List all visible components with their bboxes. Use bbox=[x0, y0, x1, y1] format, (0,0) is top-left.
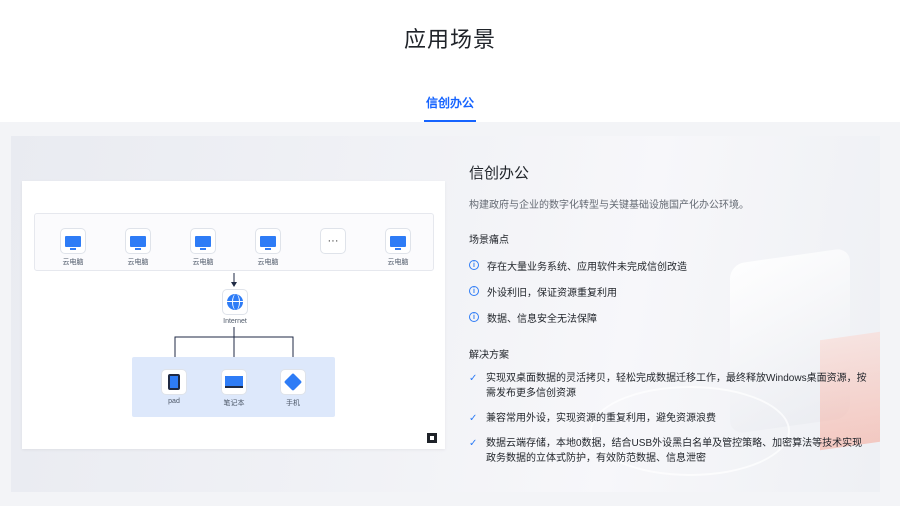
pain-point-item: i 外设利旧，保证资源重复利用 bbox=[469, 284, 869, 299]
monitor-cloud-icon bbox=[65, 235, 81, 250]
cloud-pc-node: 云电脑 bbox=[53, 228, 93, 267]
solutions-heading: 解决方案 bbox=[469, 350, 509, 361]
cloud-pc-node: 云电脑 bbox=[183, 228, 223, 267]
device-node: 笔记本 bbox=[214, 369, 254, 408]
phone-icon bbox=[283, 372, 303, 392]
solution-item: ✓ 数据云端存储，本地0数据，结合USB外设黑白名单及管控策略、加密算法等技术实… bbox=[469, 436, 869, 466]
pain-point-item: i 数据、信息安全无法保障 bbox=[469, 310, 869, 325]
node-label: 云电脑 bbox=[62, 259, 84, 266]
check-icon: ✓ bbox=[469, 373, 478, 384]
globe-icon bbox=[227, 294, 243, 310]
node-label: 云电脑 bbox=[192, 259, 214, 266]
info-icon: i bbox=[469, 286, 479, 296]
monitor-cloud-icon bbox=[130, 235, 146, 250]
cloud-pc-node: 云电脑 bbox=[378, 228, 418, 267]
scenario-details: 信创办公 构建政府与企业的数字化转型与关键基础设施国产化办公环境。 场景痛点 i… bbox=[469, 162, 869, 466]
scenario-description: 构建政府与企业的数字化转型与关键基础设施国产化办公环境。 bbox=[469, 200, 749, 211]
tab-xinchuang-office[interactable]: 信创办公 bbox=[423, 94, 476, 122]
monitor-cloud-icon bbox=[390, 235, 406, 250]
node-label: Internet bbox=[223, 318, 247, 325]
laptop-icon bbox=[225, 376, 243, 388]
monitor-cloud-icon bbox=[195, 235, 211, 250]
check-icon: ✓ bbox=[469, 413, 478, 424]
node-label: 云电脑 bbox=[387, 259, 409, 266]
device-node: pad bbox=[154, 369, 194, 405]
node-label: 云电脑 bbox=[127, 259, 149, 266]
terminal-device-group: pad 笔记本 手机 bbox=[132, 357, 335, 417]
tablet-icon bbox=[168, 374, 180, 390]
pain-points-heading: 场景痛点 bbox=[469, 235, 509, 246]
solution-item: ✓ 兼容常用外设，实现资源的重复利用，避免资源浪费 bbox=[469, 411, 869, 426]
node-label: 云电脑 bbox=[257, 259, 279, 266]
cloud-pc-node: 云电脑 bbox=[118, 228, 158, 267]
architecture-diagram: 云电脑 云电脑 云电脑 云电脑 ··· 云电脑 Internet pad 笔记本… bbox=[22, 181, 445, 449]
check-icon: ✓ bbox=[469, 438, 478, 449]
section-title: 应用场景 bbox=[403, 27, 496, 52]
page: 应用场景 信创办公 云电脑 云电脑 云电脑 云电脑 ··· 云电脑 Intern… bbox=[0, 0, 900, 506]
pain-point-text: 数据、信息安全无法保障 bbox=[487, 313, 597, 325]
scenario-title: 信创办公 bbox=[469, 165, 530, 182]
scenario-tabs: 信创办公 bbox=[0, 94, 900, 122]
solution-text: 实现双桌面数据的灵活拷贝，轻松完成数据迁移工作，最终释放Windows桌面资源，… bbox=[486, 373, 867, 399]
more-node: ··· bbox=[313, 228, 353, 257]
cloud-pc-node: 云电脑 bbox=[248, 228, 288, 267]
pain-point-item: i 存在大量业务系统、应用软件未完成信创改造 bbox=[469, 258, 869, 273]
info-icon: i bbox=[469, 260, 479, 270]
pain-point-text: 存在大量业务系统、应用软件未完成信创改造 bbox=[487, 261, 687, 273]
node-label: 手机 bbox=[286, 400, 300, 407]
node-label: 笔记本 bbox=[223, 400, 245, 407]
monitor-cloud-icon bbox=[260, 235, 276, 250]
solution-text: 数据云端存储，本地0数据，结合USB外设黑白名单及管控策略、加密算法等技术实现政… bbox=[486, 438, 863, 464]
pain-point-text: 外设利旧，保证资源重复利用 bbox=[487, 287, 617, 299]
internet-node: Internet bbox=[220, 289, 250, 325]
qr-code-icon[interactable] bbox=[427, 433, 437, 443]
solution-item: ✓ 实现双桌面数据的灵活拷贝，轻松完成数据迁移工作，最终释放Windows桌面资… bbox=[469, 371, 869, 401]
cloud-pc-group: 云电脑 云电脑 云电脑 云电脑 ··· 云电脑 bbox=[34, 213, 434, 271]
device-node: 手机 bbox=[273, 369, 313, 408]
ellipsis-icon: ··· bbox=[327, 234, 339, 247]
info-icon: i bbox=[469, 312, 479, 322]
solution-text: 兼容常用外设，实现资源的重复利用，避免资源浪费 bbox=[486, 413, 716, 424]
node-label: pad bbox=[168, 398, 180, 405]
